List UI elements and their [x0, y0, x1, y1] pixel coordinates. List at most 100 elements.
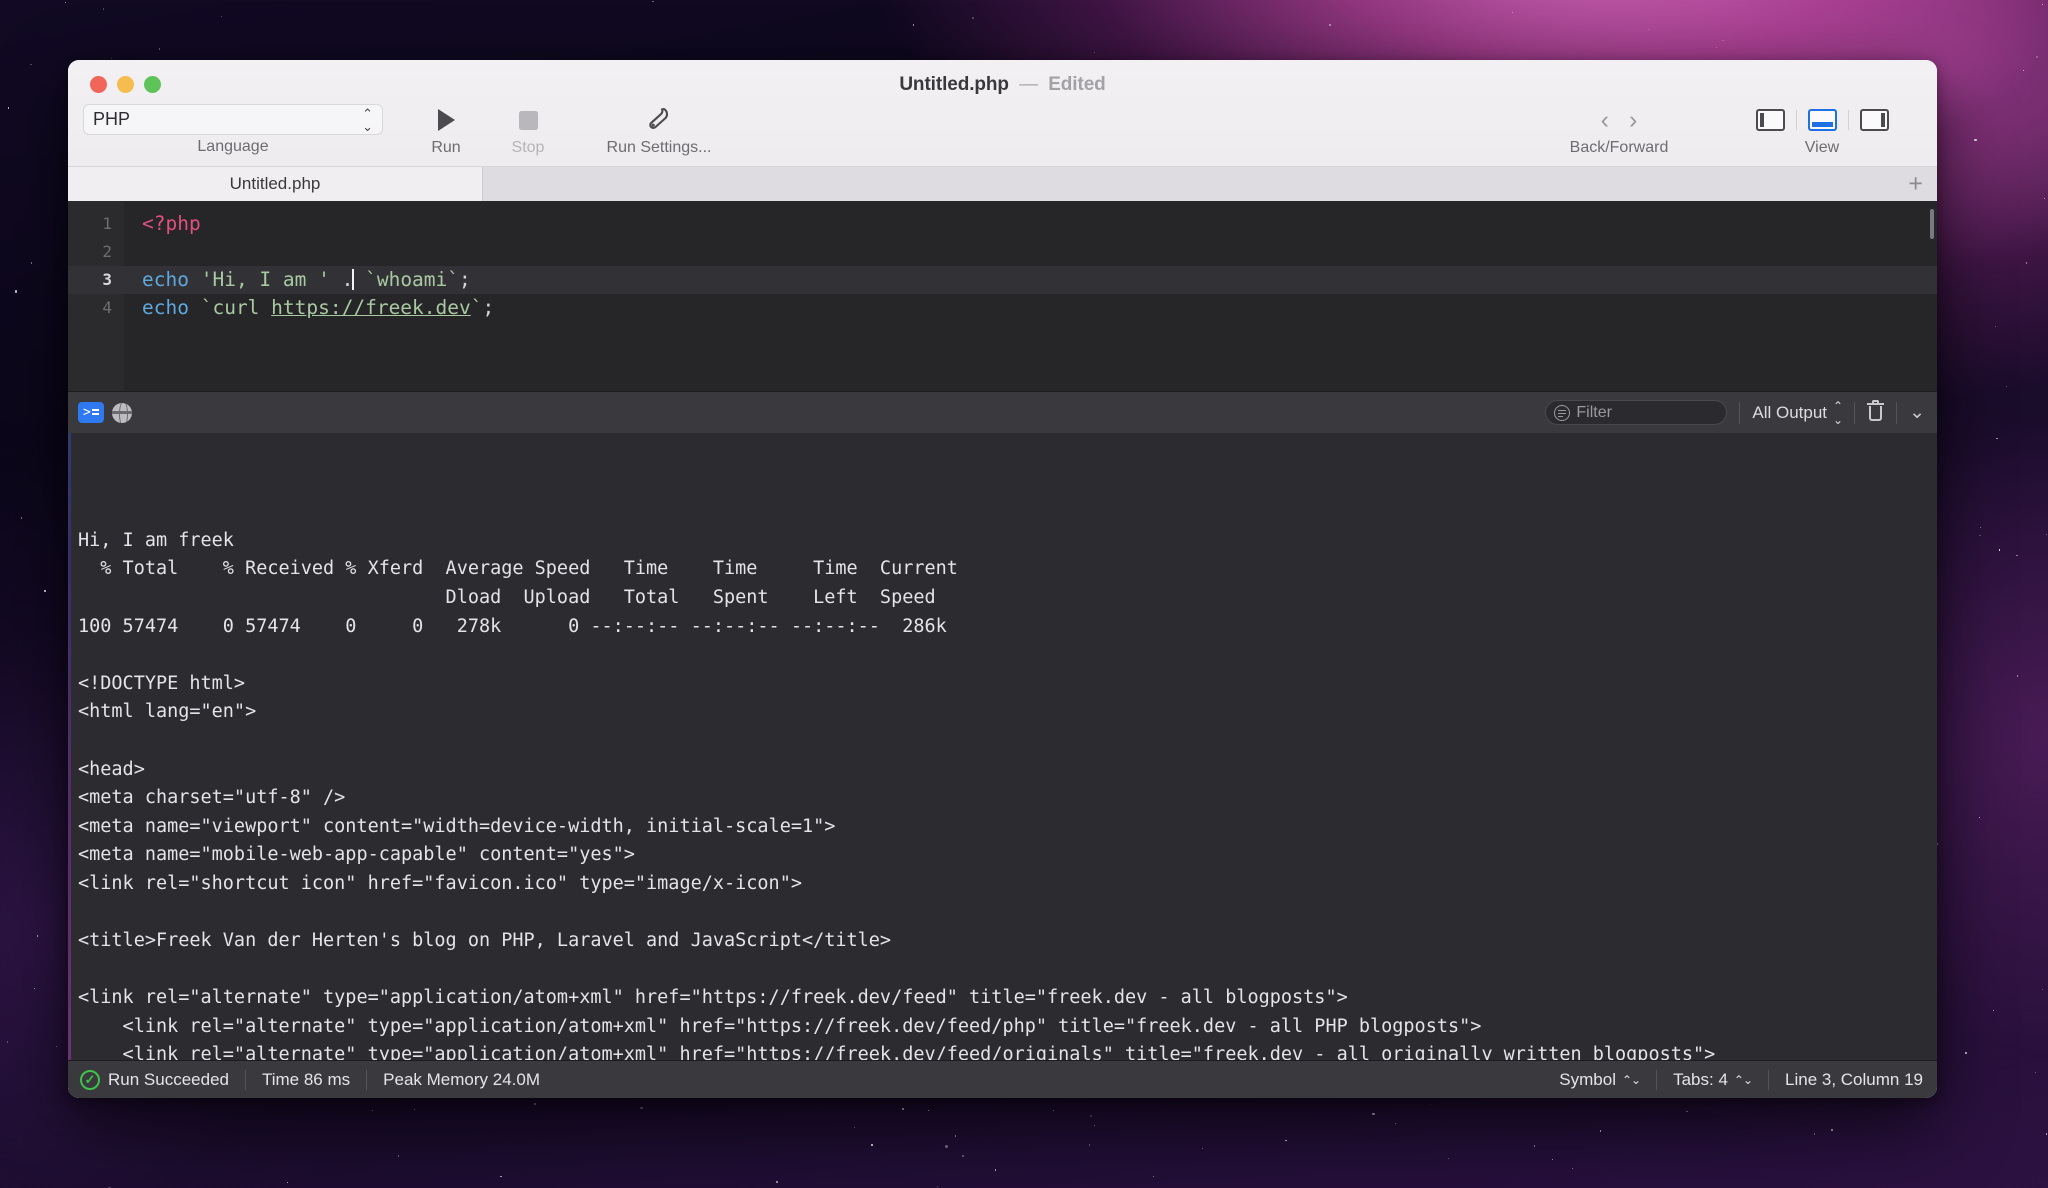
filter-placeholder: Filter	[1576, 403, 1612, 421]
line-number: 4	[102, 298, 112, 317]
run-settings-caption: Run Settings...	[606, 139, 712, 156]
tabs-select[interactable]: Tabs: 4	[1673, 1070, 1728, 1090]
editor-scrollbar[interactable]	[1930, 209, 1934, 239]
window-title-edited-badge: Edited	[1048, 74, 1106, 95]
console-toolbar: > Filter All Output ⌃ ⌄ ⌄	[68, 391, 1937, 433]
window-title: Untitled.php — Edited	[68, 74, 1937, 96]
code-line[interactable]: echo `curl https://freek.dev`;	[142, 294, 1937, 322]
console-output-line: <link rel="alternate" type="application/…	[78, 1015, 1482, 1037]
console-output-line: <meta name="mobile-web-app-capable" cont…	[78, 844, 635, 866]
output-scope-select[interactable]: All Output ⌃ ⌄	[1752, 399, 1843, 427]
code-token-kw: echo	[142, 268, 189, 291]
code-token-str: `curl	[200, 296, 272, 319]
line-number: 3	[68, 266, 124, 294]
status-bar-right: Symbol ⌃⌄ Tabs: 4 ⌃⌄ Line 3, Column 19	[1559, 1069, 1923, 1090]
divider	[1847, 110, 1849, 130]
window-title-separator: —	[1019, 74, 1039, 95]
code-editor-window: Untitled.php — Edited PHP ⌃ ⌄ Language Ru…	[68, 60, 1937, 1098]
console-output-line: <meta name="viewport" content="width=dev…	[78, 815, 836, 837]
globe-icon[interactable]	[112, 402, 132, 423]
peak-memory-label: Peak Memory 24.0M	[383, 1069, 540, 1089]
code-line[interactable]	[142, 238, 1937, 266]
window-titlebar: Untitled.php — Edited PHP ⌃ ⌄ Language Ru…	[68, 60, 1937, 166]
divider	[1854, 401, 1856, 424]
output-scope-value: All Output	[1752, 402, 1828, 422]
code-content[interactable]: <?php echo 'Hi, I am ' . `whoami`; echo `…	[124, 201, 1937, 391]
stop-caption: Stop	[511, 139, 545, 156]
back-forward-group: ‹ › Back/Forward	[1539, 104, 1699, 156]
console-output-line: <title>Freek Van der Herten's blog on PH…	[78, 930, 892, 952]
filter-icon	[1554, 404, 1571, 421]
code-token-kw: echo	[142, 296, 189, 319]
view-bottom-panel-toggle[interactable]	[1807, 109, 1837, 131]
code-token-plain: ;	[459, 268, 471, 291]
run-button-group[interactable]: Run	[415, 104, 477, 156]
chevron-updown-icon[interactable]: ⌃⌄	[1622, 1073, 1641, 1087]
language-select[interactable]: PHP ⌃ ⌄	[83, 104, 383, 135]
divider	[1656, 1069, 1658, 1090]
code-line[interactable]: <?php	[142, 210, 1937, 238]
run-settings-button-group[interactable]: Run Settings...	[579, 104, 739, 156]
symbol-select[interactable]: Symbol	[1559, 1070, 1616, 1090]
divider	[1795, 110, 1797, 130]
main-toolbar: PHP ⌃ ⌄ Language Run Stop Run Settings..…	[68, 104, 1937, 166]
console-output-line: % Total % Received % Xferd Average Speed…	[78, 558, 958, 580]
code-token-plain: ;	[482, 296, 495, 319]
stop-icon	[518, 104, 538, 136]
code-token-str: `	[470, 296, 483, 319]
divider	[1768, 1069, 1770, 1090]
caret-position-label: Line 3, Column 19	[1785, 1069, 1923, 1089]
code-token-url[interactable]: https://freek.dev	[271, 296, 471, 319]
console-output[interactable]: Hi, I am freek % Total % Received % Xfer…	[68, 433, 1937, 1060]
console-edge-accent	[68, 433, 71, 1060]
console-output-line: Hi, I am freek	[78, 529, 234, 551]
forward-icon[interactable]: ›	[1620, 107, 1646, 133]
language-caption: Language	[197, 138, 269, 155]
console-output-line: <head>	[78, 758, 145, 780]
back-forward-caption: Back/Forward	[1569, 139, 1669, 156]
chevron-updown-icon: ⌃ ⌄	[362, 105, 373, 134]
view-caption: View	[1804, 139, 1840, 156]
console-output-line: Dload Upload Total Spent Left Speed	[78, 586, 936, 608]
toolbar-right-section: ‹ › Back/Forward View	[1539, 104, 1937, 156]
filter-field[interactable]: Filter	[1545, 400, 1728, 425]
chevron-updown-icon[interactable]: ⌃⌄	[1734, 1073, 1753, 1087]
line-number: 1	[102, 214, 112, 233]
terminal-icon[interactable]: >	[78, 402, 104, 423]
code-editor[interactable]: 1234 <?php echo 'Hi, I am ' . `whoami`; e…	[68, 201, 1937, 391]
divider	[244, 1069, 246, 1090]
run-time-label: Time 86 ms	[261, 1069, 351, 1089]
console-toolbar-right: Filter All Output ⌃ ⌄ ⌄	[1545, 399, 1925, 427]
run-status-label: Run Succeeded	[108, 1069, 229, 1089]
window-title-filename: Untitled.php	[899, 74, 1009, 95]
console-output-line: <!DOCTYPE html>	[78, 672, 246, 694]
view-left-panel-toggle[interactable]	[1755, 109, 1785, 131]
code-token-str: 'Hi, I am '	[200, 268, 330, 291]
console-output-line: <html lang="en">	[78, 701, 257, 723]
wrench-icon[interactable]	[647, 104, 671, 136]
back-icon[interactable]: ‹	[1592, 107, 1618, 133]
code-token-php: <?php	[142, 212, 201, 235]
new-tab-button[interactable]: +	[1908, 171, 1923, 197]
tab-bar: Untitled.php +	[68, 166, 1937, 201]
status-bar: ✓ Run Succeeded Time 86 ms Peak Memory 2…	[68, 1060, 1937, 1098]
tab-untitled-php[interactable]: Untitled.php	[68, 167, 483, 201]
language-selector-group: PHP ⌃ ⌄ Language	[83, 104, 383, 155]
wrench-icon-svg	[649, 107, 668, 129]
line-number-gutter: 1 2 3 4	[68, 201, 124, 391]
play-icon[interactable]	[437, 104, 455, 136]
success-check-icon: ✓	[80, 1069, 100, 1090]
run-caption: Run	[431, 139, 461, 156]
trash-icon[interactable]	[1867, 400, 1885, 422]
chevron-down-icon[interactable]: ⌄	[1909, 403, 1925, 422]
console-output-line: 100 57474 0 57474 0 0 278k 0 --:--:-- --…	[78, 615, 947, 637]
console-output-line: <link rel="shortcut icon" href="favicon.…	[78, 872, 802, 894]
view-group: View	[1727, 104, 1917, 156]
code-line[interactable]: echo 'Hi, I am ' . `whoami`;	[124, 266, 1937, 294]
divider	[1896, 401, 1898, 424]
view-right-panel-toggle[interactable]	[1859, 109, 1889, 131]
